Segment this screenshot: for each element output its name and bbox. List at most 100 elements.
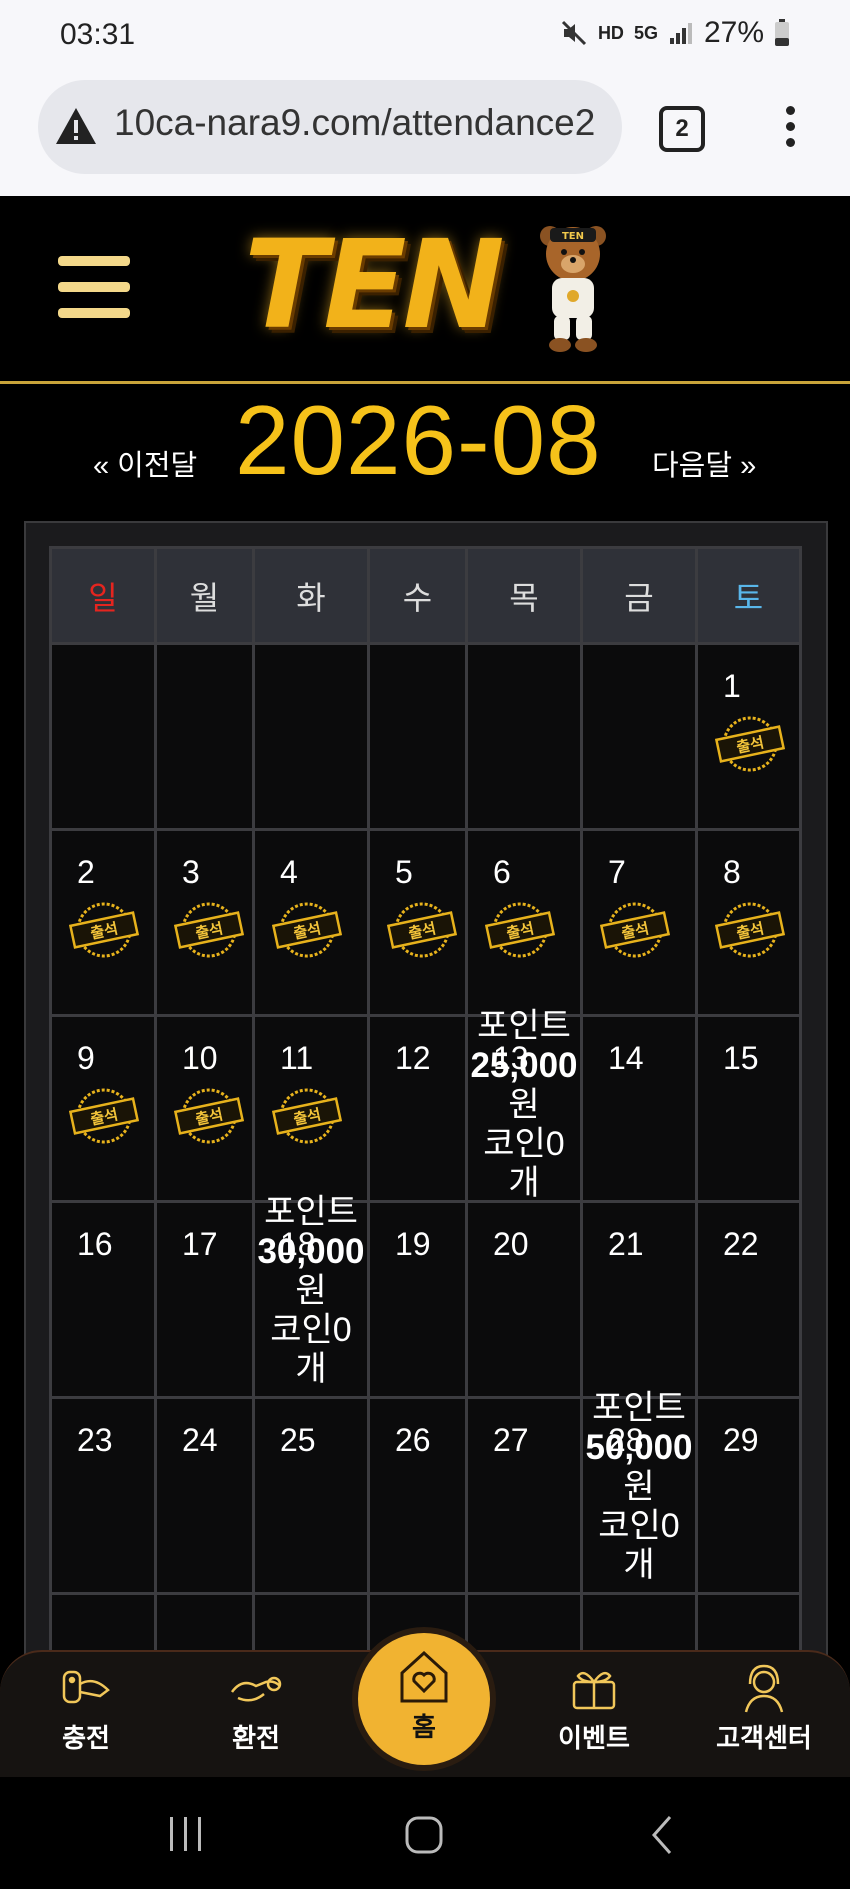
calendar-empty-cell (154, 642, 255, 831)
nav-event[interactable]: 이벤트 (524, 1662, 664, 1755)
day-number: 12 (395, 1040, 431, 1076)
warning-icon[interactable] (54, 106, 98, 146)
day-number: 23 (77, 1422, 113, 1458)
calendar-week-row: 2 출석 3 출석 4 출석 5 출석 6 출석 7 출석 8 출석 (49, 828, 802, 1017)
calendar-day-cell[interactable]: 4 출석 (252, 828, 370, 1017)
home-button[interactable]: 홈 (358, 1633, 490, 1765)
calendar-day-cell[interactable]: 26 (367, 1396, 468, 1595)
calendar-day-cell[interactable]: 15 (695, 1014, 802, 1203)
calendar-day-cell[interactable]: 11 출석 (252, 1014, 370, 1203)
back-icon[interactable] (650, 1815, 674, 1855)
calendar-day-cell[interactable]: 3 출석 (154, 828, 255, 1017)
hd-voice-icon: HD (597, 23, 624, 43)
reward-coin: 코인0 (483, 1125, 565, 1163)
calendar-week-row: 23 24 25 26 27 28 포인트 50,000 원 코인0 개 29 (49, 1389, 802, 1595)
nav-deposit-label: 충전 (62, 1723, 110, 1753)
calendar-day-cell[interactable] (252, 1592, 370, 1658)
reward-point-label: 포인트 (264, 1193, 358, 1231)
calendar-day-cell[interactable]: 28 포인트 50,000 원 코인0 개 (580, 1389, 698, 1595)
calendar-day-cell[interactable]: 27 (465, 1396, 583, 1595)
weekday-fri: 금 (580, 546, 698, 645)
attendance-stamp-icon: 출석 (714, 716, 786, 772)
address-bar[interactable]: 10ca-nara9.com/attendance2 (38, 80, 622, 174)
nav-support-label: 고객센터 (716, 1723, 812, 1753)
day-number: 6 (493, 854, 511, 890)
browser-menu-icon[interactable] (784, 106, 796, 150)
reward-unit: 개 (295, 1350, 327, 1388)
bear-mascot-icon: TEN (540, 226, 606, 352)
reward-won: 원 (508, 1086, 540, 1124)
weekday-thu: 목 (465, 546, 583, 645)
nav-support[interactable]: 고객센터 (694, 1662, 834, 1755)
day-number: 5 (395, 854, 413, 890)
day-number: 8 (723, 854, 741, 890)
calendar-day-cell[interactable]: 5 출석 (367, 828, 468, 1017)
reward-point-label: 포인트 (477, 1007, 571, 1045)
calendar-day-cell[interactable] (154, 1592, 255, 1658)
calendar-day-cell[interactable]: 22 (695, 1200, 802, 1399)
calendar-day-cell[interactable]: 21 (580, 1200, 698, 1399)
hamburger-menu-icon[interactable] (58, 256, 130, 318)
calendar-day-cell[interactable]: 10 출석 (154, 1014, 255, 1203)
calendar-week-row: 16 17 18 포인트 30,000 원 코인0 개 19 20 21 22 (49, 1193, 802, 1399)
status-bar: 03:31 HD 5G 27% (0, 0, 850, 78)
prev-month-link[interactable]: « 이전달 (93, 442, 197, 484)
day-number: 7 (608, 854, 626, 890)
nav-deposit[interactable]: 충전 (16, 1662, 156, 1755)
calendar-day-cell[interactable]: 8 출석 (695, 828, 802, 1017)
calendar-day-cell[interactable]: 23 (49, 1396, 157, 1595)
attendance-stamp-icon: 출석 (68, 1088, 140, 1144)
calendar-day-cell[interactable]: 7 출석 (580, 828, 698, 1017)
attendance-stamp-icon: 출석 (714, 902, 786, 958)
calendar-day-cell[interactable]: 1 출석 (695, 642, 802, 831)
weekday-sat: 토 (695, 546, 802, 645)
calendar-day-cell[interactable]: 25 (252, 1396, 370, 1595)
support-agent-icon (744, 1664, 784, 1713)
attendance-stamp-icon: 출석 (173, 1088, 245, 1144)
day-number: 3 (182, 854, 200, 890)
day-number: 9 (77, 1040, 95, 1076)
calendar-day-cell[interactable]: 19 (367, 1200, 468, 1399)
reward-info: 포인트 30,000 원 코인0 개 (255, 1193, 367, 1389)
recent-apps-icon[interactable] (166, 1815, 206, 1853)
logo-text: TEN (244, 214, 505, 356)
calendar-day-cell[interactable]: 12 (367, 1014, 468, 1203)
day-number: 26 (395, 1422, 431, 1458)
calendar-day-cell[interactable]: 17 (154, 1200, 255, 1399)
calendar-day-cell[interactable]: 9 출석 (49, 1014, 157, 1203)
status-icons: HD 5G 27% (560, 16, 790, 50)
day-number: 20 (493, 1226, 529, 1262)
tab-switcher-button[interactable]: 2 (659, 106, 705, 152)
current-month-title: 2026-08 (235, 385, 602, 495)
calendar-day-cell[interactable]: 29 (695, 1396, 802, 1595)
weekday-sun: 일 (49, 546, 157, 645)
url-text[interactable]: 10ca-nara9.com/attendance2 (114, 102, 595, 144)
home-system-icon[interactable] (404, 1815, 444, 1855)
day-number: 2 (77, 854, 95, 890)
day-number: 11 (280, 1040, 314, 1076)
calendar-day-cell[interactable] (49, 1592, 157, 1658)
reward-won: 원 (623, 1468, 655, 1506)
nav-withdraw[interactable]: 환전 (186, 1662, 326, 1755)
calendar-day-cell[interactable]: 2 출석 (49, 828, 157, 1017)
calendar-day-cell[interactable]: 18 포인트 30,000 원 코인0 개 (252, 1193, 370, 1399)
calendar-day-cell[interactable]: 14 (580, 1014, 698, 1203)
mute-icon (561, 20, 586, 46)
reward-unit: 개 (508, 1164, 540, 1202)
calendar-day-cell[interactable] (695, 1592, 802, 1658)
calendar-day-cell[interactable]: 20 (465, 1200, 583, 1399)
reward-won: 원 (295, 1272, 327, 1310)
calendar-day-cell[interactable]: 6 출석 (465, 828, 583, 1017)
site-logo[interactable]: TEN TEN (244, 218, 609, 353)
calendar-day-cell[interactable]: 16 (49, 1200, 157, 1399)
next-month-link[interactable]: 다음달 » (652, 442, 756, 484)
calendar-day-cell[interactable]: 13 포인트 25,000 원 코인0 개 (465, 1007, 583, 1203)
calendar-day-cell[interactable]: 24 (154, 1396, 255, 1595)
day-number: 14 (608, 1040, 644, 1076)
calendar-day-cell[interactable] (580, 1592, 698, 1658)
day-number: 29 (723, 1422, 759, 1458)
attendance-stamp-icon: 출석 (599, 902, 671, 958)
calendar-day-cell[interactable] (465, 1592, 583, 1658)
calendar-empty-cell (252, 642, 370, 831)
battery-percent: 27% (703, 16, 764, 49)
